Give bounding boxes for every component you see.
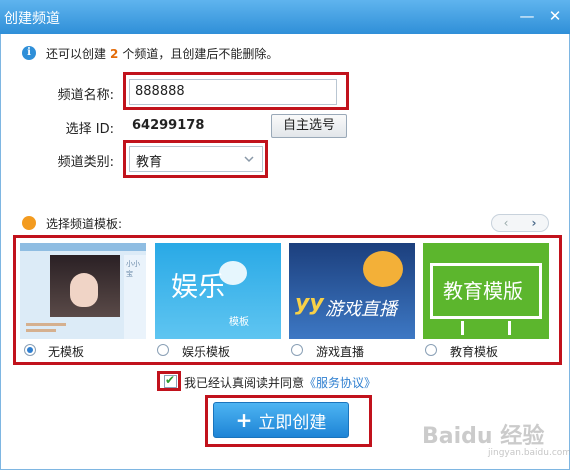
template-icon — [22, 216, 36, 230]
template-pager: ‹ › — [491, 214, 549, 232]
info-icon: i — [22, 46, 36, 60]
template-card-education[interactable]: 教育模版 — [423, 243, 549, 339]
template-card-game[interactable]: yy 游戏直播 — [289, 243, 415, 339]
check-icon: ✔ — [165, 373, 176, 387]
service-agreement-link[interactable]: 《服务协议》 — [304, 376, 376, 390]
category-value: 教育 — [136, 155, 163, 170]
window-title: 创建频道 — [4, 11, 60, 27]
template-card-entertainment[interactable]: 娱乐 模板 — [155, 243, 281, 339]
channel-category-label: 频道类别: — [57, 155, 114, 170]
prev-page-button[interactable]: ‹ — [492, 215, 520, 231]
title-bar: 创建频道 — ✕ — [0, 0, 570, 34]
chevron-down-icon — [244, 156, 254, 163]
template-radio-game[interactable] — [291, 344, 303, 356]
create-button[interactable]: + 立即创建 — [213, 402, 349, 438]
next-page-button[interactable]: › — [520, 215, 548, 231]
template-radio-education[interactable] — [425, 344, 437, 356]
plus-icon: + — [235, 408, 253, 432]
template-radio-entertainment[interactable] — [157, 344, 169, 356]
channel-id-value: 64299178 — [132, 118, 205, 133]
quota-suffix: 个频道，且创建后不能删除。 — [122, 46, 279, 61]
template-name-entertainment: 娱乐模板 — [182, 345, 231, 359]
channel-name-input[interactable]: 888888 — [129, 79, 337, 105]
quota-count: 2 — [110, 46, 119, 61]
template-name-game: 游戏直播 — [316, 345, 365, 359]
channel-id-label: 选择 ID: — [65, 122, 114, 137]
agreement-checkbox[interactable]: ✔ — [164, 373, 177, 388]
template-label: 选择频道模板: — [46, 216, 123, 231]
avatar — [50, 255, 120, 317]
agreement-text: 我已经认真阅读并同意《服务协议》 — [184, 376, 377, 390]
minimize-button[interactable]: — — [516, 5, 538, 27]
watermark-url: jingyan.baidu.com — [488, 448, 570, 458]
channel-name-label: 频道名称: — [57, 88, 114, 103]
template-header: 选择频道模板: — [22, 214, 122, 232]
template-name-education: 教育模板 — [450, 345, 499, 359]
quota-prefix: 还可以创建 — [46, 46, 107, 61]
pick-id-button[interactable]: 自主选号 — [271, 114, 347, 138]
watermark-logo: Baidu 经验 — [422, 424, 545, 449]
create-button-label: 立即创建 — [258, 412, 327, 433]
mascot-icon — [363, 251, 403, 287]
template-radio-none[interactable] — [24, 344, 36, 356]
close-button[interactable]: ✕ — [544, 5, 566, 27]
template-card-none[interactable]: 小小宝 — [20, 243, 146, 339]
quota-info: i 还可以创建 2 个频道，且创建后不能删除。 — [22, 44, 278, 62]
category-select[interactable]: 教育 — [129, 146, 263, 172]
template-name-none: 无模板 — [48, 345, 85, 359]
